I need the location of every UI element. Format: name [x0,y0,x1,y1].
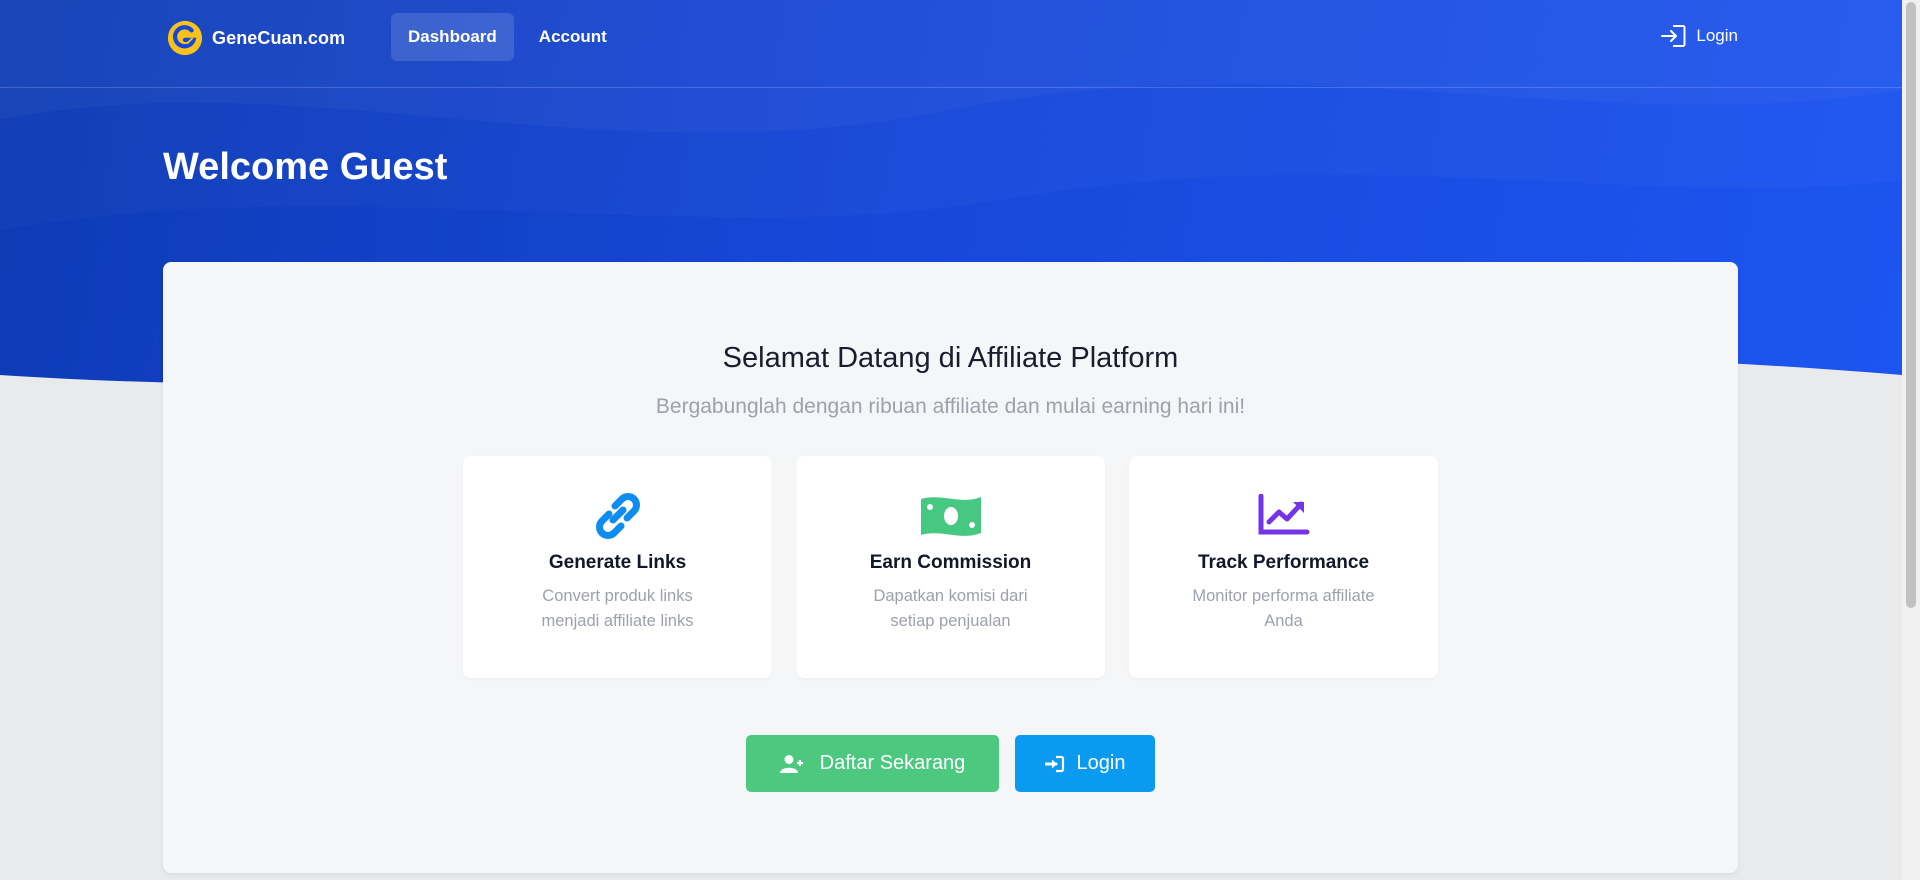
action-buttons: Daftar Sekarang Login [163,735,1738,792]
register-button-label: Daftar Sekarang [819,752,966,774]
feature-card-track-performance: Track Performance Monitor performa affil… [1129,456,1438,678]
welcome-card: Selamat Datang di Affiliate Platform Ber… [163,262,1738,873]
card-title: Selamat Datang di Affiliate Platform [722,342,1179,374]
feature-card-generate-links: Generate Links Convert produk links menj… [463,456,772,678]
money-bill-icon [920,497,981,536]
feature-title: Track Performance [1197,552,1370,573]
nav-dashboard[interactable]: Dashboard [391,13,514,61]
brand[interactable]: GeneCuan.com [166,18,345,58]
header-login-label: Login [1696,26,1738,45]
link-icon [595,493,640,539]
register-button[interactable]: Daftar Sekarang [746,735,999,792]
top-navbar: GeneCuan.com Dashboard Account Login [0,0,1902,88]
scrollbar-thumb[interactable] [1906,2,1916,608]
feature-card-earn-commission: Earn Commission Dapatkan komisi dari set… [796,456,1105,678]
feature-title: Earn Commission [869,552,1032,573]
chart-line-icon [1258,494,1309,535]
feature-description: Convert produk links menjadi affiliate l… [541,587,694,630]
card-subtitle: Bergabunglah dengan ribuan affiliate dan… [655,395,1246,418]
brand-name: GeneCuan.com [212,27,346,48]
header-login-link[interactable]: Login [1660,24,1738,48]
page-title: Welcome Guest [163,146,448,188]
feature-description: Dapatkan komisi dari setiap penjualan [873,587,1028,630]
login-button-label: Login [1076,752,1126,774]
feature-description: Monitor performa affiliate Anda [1192,587,1375,630]
feature-title: Generate Links [548,552,687,573]
main-nav: Dashboard Account [391,13,624,61]
user-plus-icon [779,754,803,773]
sign-in-icon [1661,25,1686,47]
sign-in-icon [1044,755,1064,772]
genecuan-logo-icon [167,20,203,56]
vertical-scrollbar[interactable] [1902,0,1920,880]
feature-list: Generate Links Convert produk links menj… [463,456,1438,678]
login-button[interactable]: Login [1015,735,1155,792]
nav-account[interactable]: Account [522,13,624,61]
